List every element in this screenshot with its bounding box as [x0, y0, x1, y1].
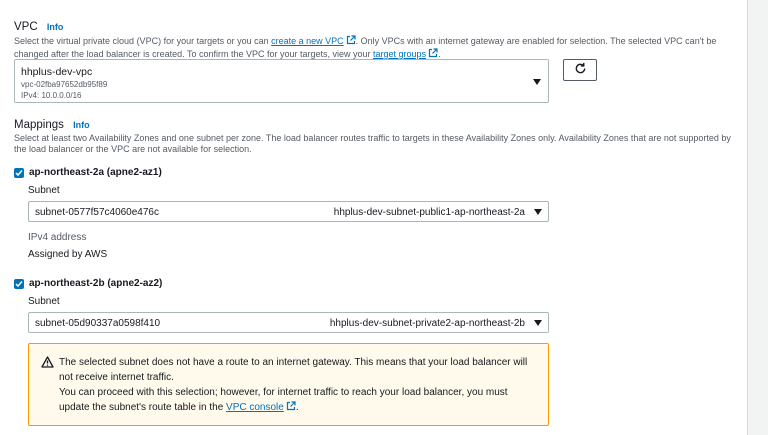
external-link-icon [346, 35, 356, 48]
warning-message: The selected subnet does not have a rout… [59, 355, 529, 416]
refresh-icon [574, 62, 587, 78]
zone-1-subnet-label: Subnet [28, 185, 60, 196]
zone-2-subnet-select[interactable]: subnet-05d90337a0598f410 hhplus-dev-subn… [28, 312, 549, 333]
zone-1-subnet-select[interactable]: subnet-0577f57c4060e476c hhplus-dev-subn… [28, 201, 549, 222]
mappings-section-header: Mappings Info [14, 119, 90, 131]
refresh-vpc-button[interactable] [563, 59, 597, 81]
zone-2-subnet-name: hhplus-dev-subnet-private2-ap-northeast-… [329, 318, 525, 329]
zone-2-subnet-id: subnet-05d90337a0598f410 [35, 318, 161, 329]
checkmark-icon [15, 170, 23, 177]
caret-down-icon [534, 209, 542, 215]
mappings-info-link[interactable]: Info [73, 120, 90, 130]
zone-1-ipv4-value: Assigned by AWS [28, 249, 108, 260]
zone-1-name: ap-northeast-2a (apne2-az1) [29, 167, 162, 178]
vpc-console-link[interactable]: VPC console [226, 402, 284, 413]
load-balancer-network-mapping-panel: VPC Info Select the virtual private clou… [0, 0, 748, 435]
warning-icon [41, 356, 54, 371]
vpc-info-link[interactable]: Info [47, 22, 64, 32]
no-internet-gateway-warning: The selected subnet does not have a rout… [28, 343, 549, 426]
zone-1-subnet-name: hhplus-dev-subnet-public1-ap-northeast-2… [333, 207, 525, 218]
zone-2-subnet-label: Subnet [28, 296, 60, 307]
vpc-selected-id: vpc-02fba97652db95f89 [21, 80, 108, 89]
zone-2-name: ap-northeast-2b (apne2-az2) [29, 278, 163, 289]
mappings-label: Mappings [14, 119, 64, 131]
checkmark-icon [15, 281, 23, 288]
caret-down-icon [534, 320, 542, 326]
zone-2-checkbox[interactable] [14, 279, 24, 289]
mappings-description: Select at least two Availability Zones a… [14, 133, 731, 154]
caret-down-icon [533, 79, 541, 85]
zone-1-checkbox[interactable] [14, 168, 24, 178]
vpc-selected-name: hhplus-dev-vpc [21, 66, 93, 78]
vpc-select[interactable]: hhplus-dev-vpc vpc-02fba97652db95f89 IPv… [14, 59, 549, 103]
vpc-section-header: VPC Info [14, 21, 63, 33]
target-groups-link[interactable]: target groups [373, 49, 426, 59]
vpc-selected-cidr: IPv4: 10.0.0.0/16 [21, 91, 82, 100]
create-vpc-link[interactable]: create a new VPC [271, 36, 344, 46]
vpc-description: Select the virtual private cloud (VPC) f… [14, 35, 717, 59]
zone-1-subnet-id: subnet-0577f57c4060e476c [35, 207, 159, 218]
zone-1-ipv4-label: IPv4 address [28, 232, 87, 243]
vpc-label: VPC [14, 21, 38, 33]
external-link-icon [286, 401, 296, 416]
